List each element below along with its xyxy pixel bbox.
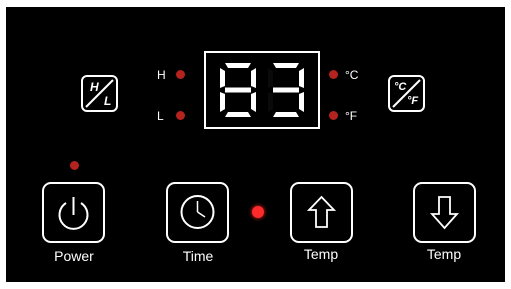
temp-down-button[interactable]	[413, 182, 476, 243]
power-icon	[58, 197, 89, 230]
segment-b	[299, 68, 304, 88]
fahrenheit-led	[329, 111, 338, 120]
time-button[interactable]	[166, 182, 229, 243]
segment-e	[220, 92, 225, 112]
celsius-led	[329, 70, 338, 79]
high-label: H	[157, 68, 166, 82]
segment-d	[225, 112, 251, 117]
unit-toggle-bottom-label: °F	[407, 95, 419, 107]
celsius-label: °C	[345, 68, 359, 82]
digit-tens	[220, 63, 256, 117]
segment-g	[225, 87, 251, 93]
segment-e	[268, 92, 273, 112]
low-label: L	[157, 109, 164, 123]
segment-f	[220, 68, 225, 88]
unit-toggle-button[interactable]: °C °F	[388, 75, 425, 112]
segment-c	[251, 92, 256, 112]
segment-a	[273, 63, 299, 68]
digit-ones	[268, 63, 304, 117]
power-led	[70, 161, 79, 170]
fahrenheit-label: °F	[345, 109, 358, 123]
unit-toggle-top-label: °C	[394, 81, 407, 93]
segment-a	[225, 63, 251, 68]
temp-up-button-label: Temp	[303, 246, 339, 262]
power-button[interactable]	[42, 182, 105, 243]
arrow-up-icon	[306, 195, 337, 228]
arrow-down-icon	[429, 196, 460, 230]
fan-speed-button-bottom-label: L	[104, 94, 112, 108]
segment-b	[251, 68, 256, 88]
timer-led	[252, 206, 264, 218]
low-led	[176, 111, 185, 120]
segment-c	[299, 92, 304, 112]
temp-down-button-label: Temp	[426, 246, 462, 262]
time-button-label: Time	[182, 248, 214, 264]
high-led	[176, 70, 185, 79]
fan-speed-button[interactable]: H L	[81, 75, 118, 112]
digits-svg	[220, 63, 304, 117]
fan-speed-button-top-label: H	[90, 80, 99, 94]
segment-d	[273, 112, 299, 117]
segment-f	[268, 68, 273, 88]
seven-segment-display	[204, 51, 320, 129]
clock-icon	[180, 195, 215, 229]
power-button-label: Power	[54, 248, 94, 264]
segment-g	[273, 87, 299, 93]
temp-up-button[interactable]	[290, 182, 353, 243]
